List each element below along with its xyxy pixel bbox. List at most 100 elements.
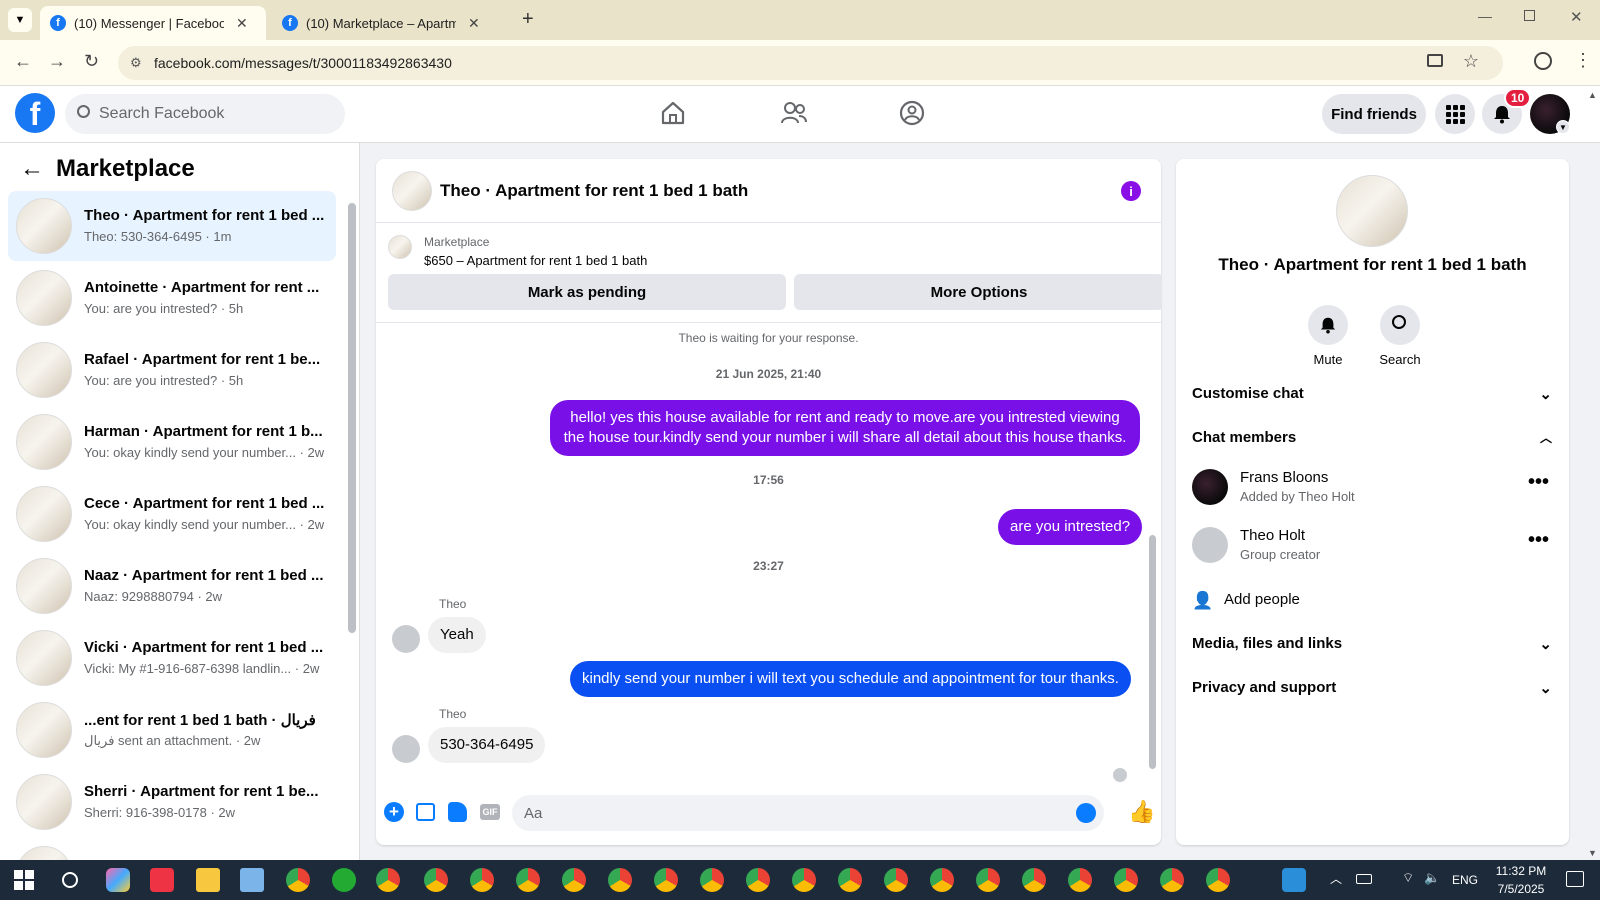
chrome-icon[interactable] bbox=[976, 868, 1000, 892]
plus-icon[interactable]: + bbox=[384, 802, 404, 822]
menu-grid-button[interactable] bbox=[1435, 94, 1475, 134]
chrome-icon[interactable] bbox=[792, 868, 816, 892]
emoji-icon[interactable] bbox=[1076, 803, 1096, 823]
outgoing-message[interactable]: hello! yes this house available for rent… bbox=[550, 400, 1140, 456]
chrome-icon[interactable] bbox=[608, 868, 632, 892]
conversation-item[interactable]: ...ent for rent 1 bed 1 bath · فريال فريا… bbox=[8, 695, 336, 765]
groups-icon[interactable] bbox=[899, 100, 925, 126]
chrome-icon[interactable] bbox=[884, 868, 908, 892]
conversation-item[interactable]: Harman · Apartment for rent 1 b... You: o… bbox=[8, 407, 336, 477]
chrome-icon[interactable] bbox=[1068, 868, 1092, 892]
mark-as-pending-button[interactable]: Mark as pending bbox=[388, 274, 786, 310]
page-scroll-down-icon[interactable]: ▼ bbox=[1588, 848, 1597, 858]
close-tab-icon[interactable]: ✕ bbox=[468, 15, 480, 32]
gif-icon[interactable]: GIF bbox=[480, 804, 500, 820]
outgoing-message[interactable]: kindly send your number i will text you … bbox=[570, 661, 1131, 697]
info-icon[interactable]: i bbox=[1121, 181, 1141, 201]
chat-members-section[interactable]: Chat members ︿ bbox=[1192, 429, 1552, 446]
add-people-button[interactable]: 👤 Add people bbox=[1192, 589, 1552, 613]
conversation-item[interactable]: Naaz · Apartment for rent 1 bed ... Naaz:… bbox=[8, 551, 336, 621]
tray-chevron-icon[interactable]: ︿ bbox=[1330, 870, 1342, 887]
chrome-icon[interactable] bbox=[376, 868, 400, 892]
back-icon[interactable]: ← bbox=[14, 51, 32, 72]
chrome-icon[interactable] bbox=[1160, 868, 1184, 892]
battery-icon[interactable] bbox=[1356, 874, 1372, 884]
bookmark-star-icon[interactable]: ☆ bbox=[1463, 51, 1479, 72]
member-row[interactable]: Frans Bloons Added by Theo Holt ••• bbox=[1188, 465, 1558, 517]
browser-menu-icon[interactable]: ⋮ bbox=[1574, 50, 1592, 71]
install-app-icon[interactable] bbox=[1427, 54, 1443, 67]
volume-icon[interactable]: 🔈 bbox=[1424, 870, 1440, 886]
chrome-icon[interactable] bbox=[516, 868, 540, 892]
friends-icon[interactable] bbox=[780, 100, 808, 126]
reload-icon[interactable]: ↻ bbox=[84, 51, 99, 72]
notification-center-icon[interactable] bbox=[1566, 871, 1584, 887]
chrome-icon[interactable] bbox=[1206, 868, 1230, 892]
find-friends-button[interactable]: Find friends bbox=[1322, 94, 1426, 134]
profile-icon[interactable] bbox=[1534, 52, 1552, 70]
chrome-icon[interactable] bbox=[930, 868, 954, 892]
chrome-icon[interactable] bbox=[838, 868, 862, 892]
close-tab-icon[interactable]: ✕ bbox=[236, 15, 248, 32]
media-files-section[interactable]: Media, files and links ⌄ bbox=[1192, 635, 1552, 653]
message-input[interactable]: Aa bbox=[512, 795, 1104, 831]
more-icon[interactable]: ••• bbox=[1528, 529, 1549, 552]
forward-icon[interactable]: → bbox=[48, 51, 66, 72]
conversation-item[interactable]: Vicki · Apartment for rent 1 bed ... Vick… bbox=[8, 623, 336, 693]
file-explorer-icon[interactable] bbox=[196, 868, 220, 892]
search-facebook-input[interactable]: Search Facebook bbox=[65, 94, 345, 134]
conversation-item[interactable]: Rafael · Apartment for rent 1 be... You: … bbox=[8, 335, 336, 405]
whatsapp-icon[interactable] bbox=[332, 868, 356, 892]
back-arrow-icon[interactable]: ← bbox=[20, 155, 44, 183]
chrome-icon[interactable] bbox=[700, 868, 724, 892]
chrome-icon[interactable] bbox=[286, 868, 310, 892]
incoming-message[interactable]: Yeah bbox=[428, 617, 486, 653]
conversation-item[interactable]: Cece · Apartment for rent 1 bed ... You: … bbox=[8, 479, 336, 549]
outgoing-message[interactable]: are you intrested? bbox=[998, 509, 1143, 545]
thumbs-up-icon[interactable]: 👍 bbox=[1128, 799, 1155, 825]
minimize-icon[interactable]: — bbox=[1478, 8, 1492, 24]
privacy-support-section[interactable]: Privacy and support ⌄ bbox=[1192, 679, 1552, 697]
chrome-icon[interactable] bbox=[654, 868, 678, 892]
language-indicator[interactable]: ENG bbox=[1452, 873, 1478, 887]
notepad-icon[interactable] bbox=[240, 868, 264, 892]
page-scroll-up-icon[interactable]: ▲ bbox=[1588, 90, 1597, 100]
copilot-icon[interactable] bbox=[106, 868, 130, 892]
chat-title[interactable]: Theo · Apartment for rent 1 bed 1 bath bbox=[440, 181, 748, 201]
listing-title[interactable]: $650 – Apartment for rent 1 bed 1 bath bbox=[424, 253, 647, 268]
new-tab-icon[interactable]: + bbox=[522, 8, 534, 31]
member-row[interactable]: Theo Holt Group creator ••• bbox=[1188, 523, 1558, 575]
chrome-icon[interactable] bbox=[470, 868, 494, 892]
site-info-icon[interactable]: ⚙ bbox=[130, 55, 142, 71]
chrome-icon[interactable] bbox=[746, 868, 770, 892]
chrome-icon[interactable] bbox=[1022, 868, 1046, 892]
restore-icon[interactable] bbox=[1524, 10, 1535, 21]
windows-start-icon[interactable] bbox=[14, 870, 34, 890]
app-icon[interactable] bbox=[1282, 868, 1306, 892]
incoming-message[interactable]: 530-364-6495 bbox=[428, 727, 546, 763]
task-view-icon[interactable] bbox=[62, 872, 78, 888]
clock-date[interactable]: 7/5/2025 bbox=[1490, 882, 1552, 896]
chat-avatar[interactable] bbox=[392, 171, 432, 211]
conversation-item[interactable]: Sherri · Apartment for rent 1 be... Sherr… bbox=[8, 767, 336, 837]
more-icon[interactable]: ••• bbox=[1528, 471, 1549, 494]
chrome-icon[interactable] bbox=[1114, 868, 1138, 892]
clock-time[interactable]: 11:32 PM bbox=[1490, 864, 1552, 878]
address-bar[interactable]: ⚙ facebook.com/messages/t/30001183492863… bbox=[118, 46, 1503, 80]
sticker-icon[interactable] bbox=[448, 802, 467, 822]
customise-chat-section[interactable]: Customise chat ⌄ bbox=[1192, 385, 1552, 403]
photo-icon[interactable] bbox=[416, 803, 435, 821]
account-avatar[interactable]: ▼ bbox=[1530, 94, 1570, 134]
tab-list-dropdown-icon[interactable]: ▼ bbox=[8, 8, 32, 32]
sidebar-scrollbar[interactable] bbox=[348, 203, 356, 633]
network-icon[interactable]: ⌔ bbox=[1402, 870, 1414, 886]
notifications-button[interactable]: 10 bbox=[1482, 88, 1532, 134]
home-icon[interactable] bbox=[660, 100, 686, 126]
conversation-item[interactable]: Theo · Apartment for rent 1 bed ... Theo:… bbox=[8, 191, 336, 261]
chat-scrollbar[interactable] bbox=[1149, 535, 1156, 769]
conversation-item[interactable]: Antoinette · Apartment for rent ... You: … bbox=[8, 263, 336, 333]
mute-button[interactable] bbox=[1308, 305, 1348, 345]
search-conversation-button[interactable] bbox=[1380, 305, 1420, 345]
browser-tab-messenger[interactable]: f (10) Messenger | Facebook ✕ bbox=[40, 6, 266, 40]
chrome-icon[interactable] bbox=[424, 868, 448, 892]
